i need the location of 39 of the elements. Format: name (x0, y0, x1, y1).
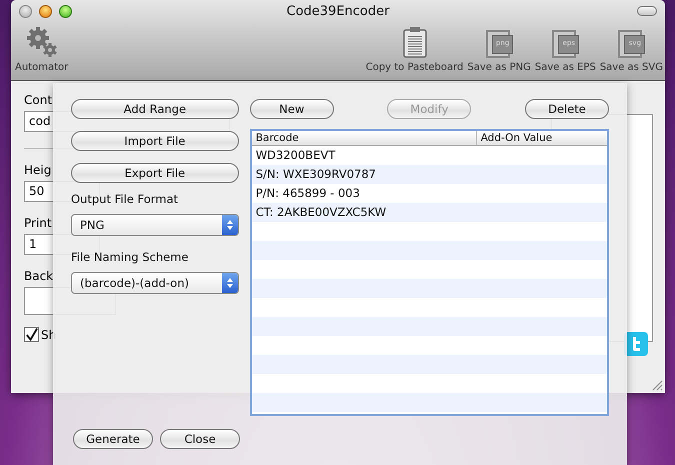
table-cell-text: S/N: WXE309RV0787 (254, 166, 377, 183)
checkbox[interactable] (24, 327, 39, 342)
checkbox-label: Sh (41, 328, 56, 342)
column-header[interactable]: Barcode (252, 131, 476, 145)
toolbar-toggle-button[interactable] (637, 6, 657, 16)
field-label: Print (24, 216, 52, 230)
table-cell-text: CT: 2AKBE00VZXC5KW (254, 204, 388, 221)
table-cell-text: P/N: 465899 - 003 (254, 185, 361, 202)
close-button[interactable] (19, 4, 32, 18)
table-row[interactable]: P/N: 465899 - 003 (252, 184, 607, 203)
window-title: Code39Encoder (286, 4, 390, 18)
resize-grip-icon[interactable] (651, 379, 663, 391)
format-label: Output File Format (71, 192, 180, 206)
naming-label: File Naming Scheme (71, 250, 190, 264)
gear-icon (24, 26, 59, 58)
toolbar-item[interactable]: Copy to Pasteboard (366, 26, 464, 73)
push-button[interactable]: Import File (71, 131, 239, 151)
push-button[interactable]: Generate (73, 429, 153, 449)
push-button[interactable]: New (250, 99, 334, 119)
stepper-arrows-icon (226, 277, 234, 289)
field-label: Heig (24, 163, 52, 177)
push-button[interactable]: Delete (525, 99, 609, 119)
field-label: Cont (24, 93, 52, 107)
minimize-button[interactable] (39, 4, 52, 18)
push-button[interactable]: Export File (71, 163, 239, 183)
field-label: Back (24, 269, 54, 283)
push-button[interactable]: Add Range (71, 99, 239, 119)
clipboard-icon (402, 26, 428, 58)
table-row[interactable]: CT: 2AKBE00VZXC5KW (252, 203, 607, 222)
table-cell-text: WD3200BEVT (254, 147, 336, 164)
naming-popup[interactable]: (barcode)-(add-on) (71, 272, 239, 294)
push-button[interactable]: Close (160, 429, 240, 449)
table-row[interactable]: S/N: WXE309RV0787 (252, 165, 607, 184)
column-header[interactable]: Add-On Value (476, 131, 607, 145)
table-row[interactable]: WD3200BEVT (252, 146, 607, 165)
toolbar-item[interactable]: Automator (15, 26, 68, 73)
zoom-button[interactable] (59, 4, 72, 18)
stepper-arrows-icon (226, 219, 234, 231)
format-popup[interactable]: PNG (71, 214, 239, 236)
